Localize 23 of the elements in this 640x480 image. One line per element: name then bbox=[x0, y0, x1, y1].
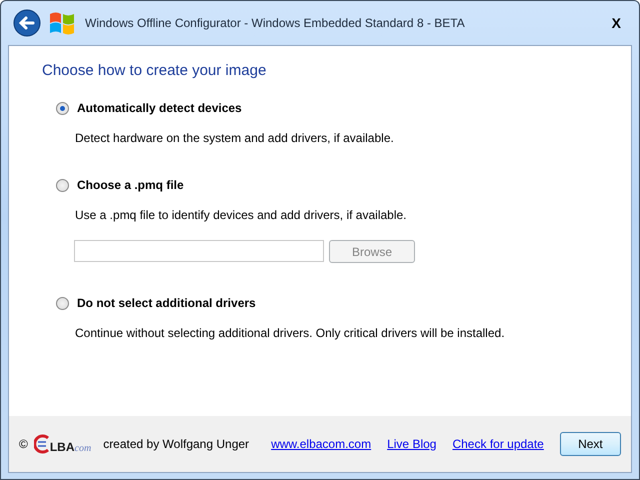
back-icon[interactable] bbox=[13, 9, 41, 37]
radio-button[interactable] bbox=[56, 296, 69, 310]
next-button[interactable]: Next bbox=[560, 432, 621, 456]
close-button[interactable]: X bbox=[608, 15, 625, 31]
footer-link[interactable]: Check for update bbox=[452, 437, 544, 451]
option-description: Detect hardware on the system and add drivers, if available. bbox=[75, 131, 395, 145]
radio-option[interactable]: Automatically detect devices bbox=[56, 101, 631, 115]
option-description: Use a .pmq file to identify devices and add drivers, if available. bbox=[75, 208, 408, 222]
credit-text: created by Wolfgang Unger bbox=[103, 437, 250, 451]
file-path-field[interactable] bbox=[74, 240, 324, 262]
radio-option[interactable]: Do not select additional drivers bbox=[56, 296, 631, 310]
logo-text: LBA bbox=[50, 440, 75, 454]
page-heading: Choose how to create your image bbox=[42, 62, 268, 79]
radio-option[interactable]: Choose a .pmq file bbox=[56, 178, 631, 192]
option-description: Continue without selecting additional drivers. Only critical drivers will be installed. bbox=[75, 326, 506, 340]
radio-button[interactable] bbox=[56, 102, 69, 114]
footer-link[interactable]: www.elbacom.com bbox=[271, 437, 372, 451]
logo-suffix: com bbox=[74, 443, 92, 454]
logo-ring-icon bbox=[34, 434, 50, 454]
radio-button[interactable] bbox=[56, 178, 69, 192]
footer-link[interactable]: Live Blog bbox=[387, 437, 436, 451]
copyright-sign: © bbox=[19, 437, 28, 451]
window-title: Windows Offline Configurator - Windows Embedded Standard 8 - BETA bbox=[85, 16, 466, 30]
